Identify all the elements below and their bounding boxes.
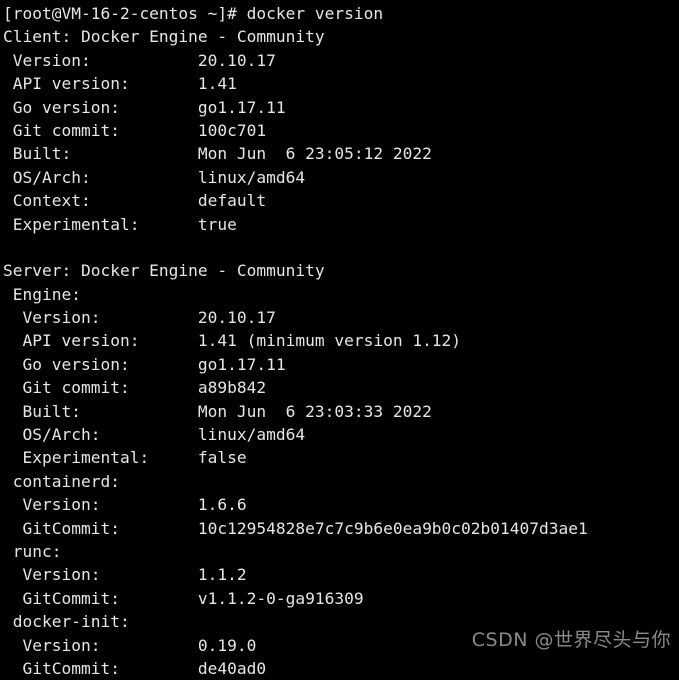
terminal-line: Go version: go1.17.11: [3, 97, 286, 117]
terminal-line: API version: 1.41 (minimum version 1.12): [3, 331, 462, 351]
terminal-line: GitCommit: de40ad0: [3, 658, 267, 678]
terminal-line: Version: 0.19.0: [3, 635, 257, 655]
terminal-line: Server: Docker Engine - Community: [3, 261, 325, 281]
terminal-line: Version: 20.10.17: [3, 50, 276, 70]
terminal-line: Experimental: false: [3, 448, 247, 468]
terminal-line: Experimental: true: [3, 214, 237, 234]
terminal-line: OS/Arch: linux/amd64: [3, 425, 306, 445]
terminal-line: Built: Mon Jun 6 23:05:12 2022: [3, 144, 432, 164]
terminal-line: Git commit: 100c701: [3, 120, 267, 140]
terminal-line: runc:: [3, 541, 62, 561]
terminal-line: GitCommit: 10c12954828e7c7c9b6e0ea9b0c02…: [3, 518, 588, 538]
terminal-line: Engine:: [3, 284, 81, 304]
terminal-output: [root@VM-16-2-centos ~]# docker version C…: [0, 2, 679, 680]
terminal-prompt-line: [root@VM-16-2-centos ~]# docker version: [3, 4, 384, 23]
terminal-line: Version: 20.10.17: [3, 308, 276, 328]
terminal-line: Git commit: a89b842: [3, 378, 267, 398]
terminal-line: Built: Mon Jun 6 23:03:33 2022: [3, 401, 432, 421]
terminal-line: Version: 1.1.2: [3, 565, 247, 585]
terminal-line: containerd:: [3, 471, 120, 491]
terminal-line: Context: default: [3, 191, 267, 211]
terminal-window[interactable]: [root@VM-16-2-centos ~]# docker version C…: [0, 0, 679, 678]
terminal-line: API version: 1.41: [3, 74, 237, 94]
terminal-line: Version: 1.6.6: [3, 495, 247, 515]
terminal-line: Client: Docker Engine - Community: [3, 27, 325, 47]
terminal-line: OS/Arch: linux/amd64: [3, 167, 306, 187]
terminal-line: docker-init:: [3, 612, 130, 632]
terminal-line: Go version: go1.17.11: [3, 354, 286, 374]
terminal-line: GitCommit: v1.1.2-0-ga916309: [3, 588, 364, 608]
